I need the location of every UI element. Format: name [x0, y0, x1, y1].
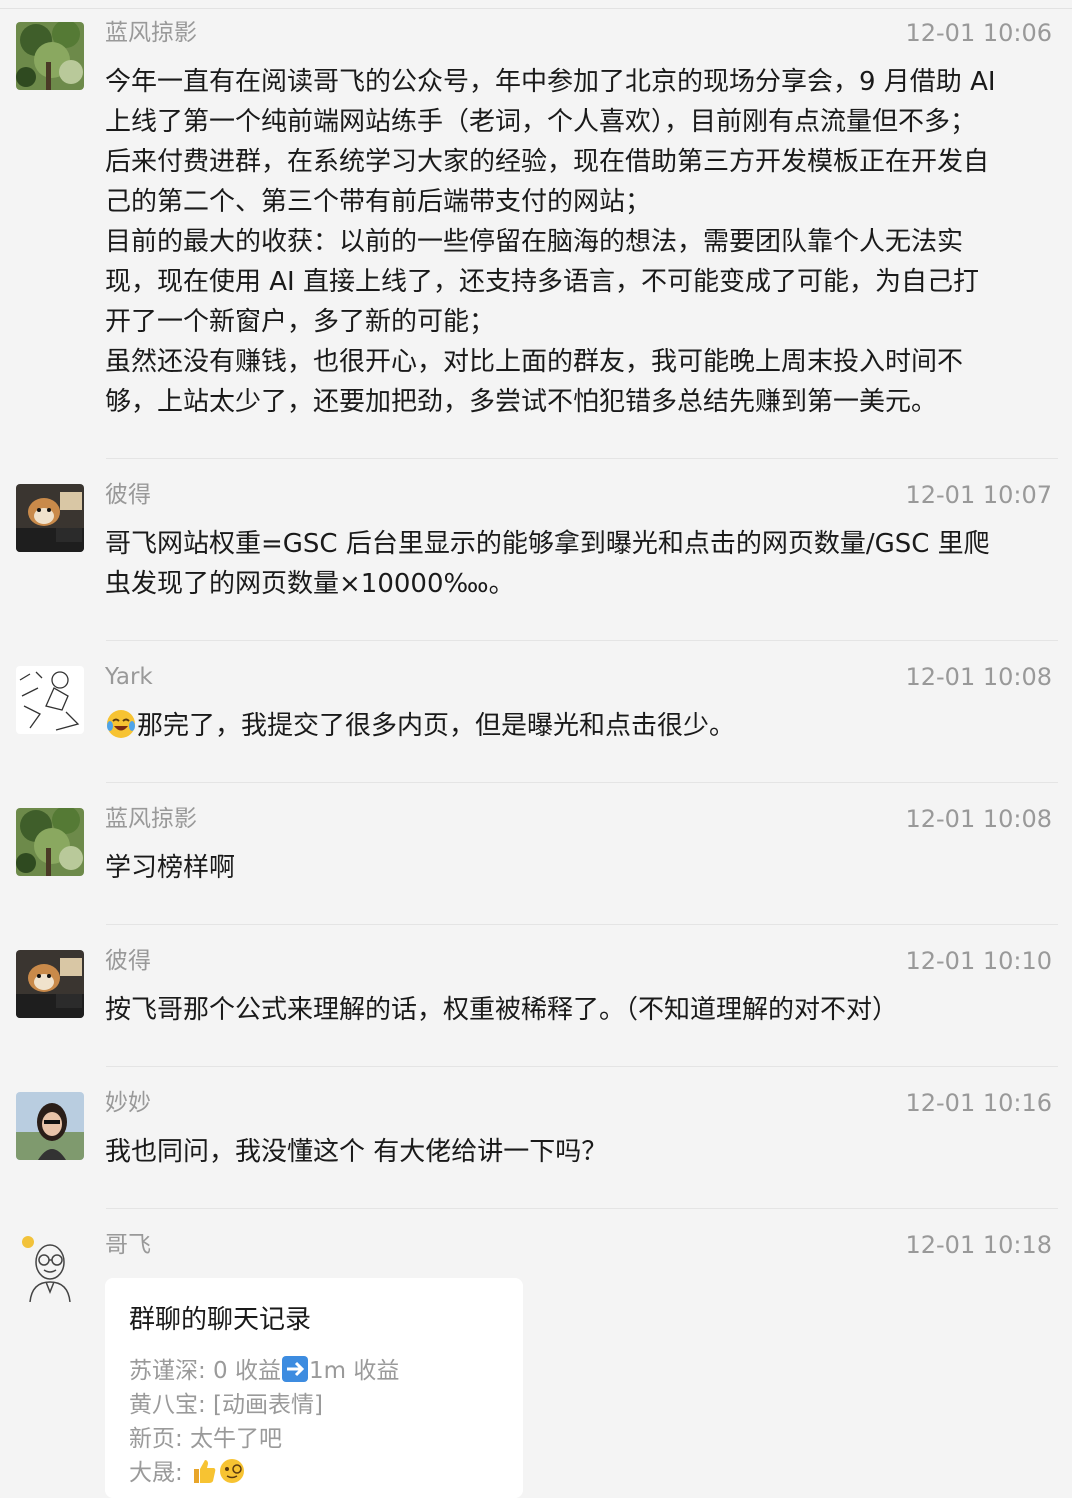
timestamp: 12-01 10:10 [905, 947, 1052, 975]
avatar[interactable] [16, 22, 84, 90]
message-divider [106, 458, 1058, 459]
thumbs-up-emoji [194, 1460, 216, 1483]
avatar[interactable] [16, 666, 84, 734]
card-line: 大晟: [129, 1456, 246, 1490]
sender-name[interactable]: 蓝风掠影 [105, 16, 197, 50]
chat-history-card[interactable]: 群聊的聊天记录 苏谨深: 0 收益 1m 收益 黄八宝: [动画表情] 新页: 太… [105, 1278, 523, 1498]
avatar[interactable] [16, 1092, 84, 1160]
message-text: 按飞哥那个公式来理解的话，权重被稀释了。（不知道理解的对不对） [105, 995, 899, 1025]
top-divider [0, 8, 1072, 9]
timestamp: 12-01 10:08 [905, 805, 1052, 833]
timestamp: 12-01 10:08 [905, 663, 1052, 691]
card-line: 黄八宝: [动画表情] [129, 1388, 323, 1422]
right-arrow-emoji [282, 1356, 309, 1382]
card-line: 苏谨深: 0 收益 1m 收益 [129, 1354, 399, 1388]
card-line-text: 1m 收益 [309, 1358, 400, 1384]
message-text: 学习榜样啊 [105, 853, 236, 883]
message-divider [106, 924, 1058, 925]
avatar[interactable] [16, 1234, 84, 1302]
card-line-text: 苏谨深: 0 收益 [129, 1358, 282, 1384]
timestamp: 12-01 10:06 [905, 19, 1052, 47]
sender-name[interactable]: 蓝风掠影 [105, 802, 197, 836]
sender-name[interactable]: Yark [105, 660, 153, 694]
sender-name[interactable]: 彼得 [105, 478, 151, 512]
timestamp: 12-01 10:18 [905, 1231, 1052, 1259]
card-line-text: 大晟: [129, 1460, 191, 1486]
message-text: 那完了，我提交了很多内页，但是曝光和点击很少。 [105, 706, 1060, 746]
message-text: 我也同问，我没懂这个 有大佬给讲一下吗？ [105, 1137, 608, 1167]
message-body: 那完了，我提交了很多内页，但是曝光和点击很少。 [137, 711, 736, 741]
avatar[interactable] [16, 484, 84, 552]
message-text: 哥飞网站权重=GSC 后台里显示的能够拿到曝光和点击的网页数量/GSC 里爬 虫… [105, 529, 990, 599]
message-divider [106, 782, 1058, 783]
card-line: 新页: 太牛了吧 [129, 1422, 282, 1456]
sender-name[interactable]: 哥飞 [105, 1228, 151, 1262]
card-line-text: 黄八宝: [动画表情] [129, 1392, 324, 1418]
timestamp: 12-01 10:16 [905, 1089, 1052, 1117]
message-divider [106, 640, 1058, 641]
card-title: 群聊的聊天记录 [129, 1305, 312, 1335]
card-line-text: 新页: 太牛了吧 [129, 1426, 283, 1452]
message-divider [106, 1066, 1058, 1067]
monocle-emoji [220, 1459, 245, 1483]
sender-name[interactable]: 彼得 [105, 944, 151, 978]
message-text: 今年一直有在阅读哥飞的公众号，年中参加了北京的现场分享会，9 月借助 AI 上线… [105, 67, 996, 417]
sender-name[interactable]: 妙妙 [105, 1086, 151, 1120]
avatar[interactable] [16, 808, 84, 876]
timestamp: 12-01 10:07 [905, 481, 1052, 509]
avatar[interactable] [16, 950, 84, 1018]
message-divider [106, 1208, 1058, 1209]
crying-laughing-emoji [107, 710, 135, 738]
